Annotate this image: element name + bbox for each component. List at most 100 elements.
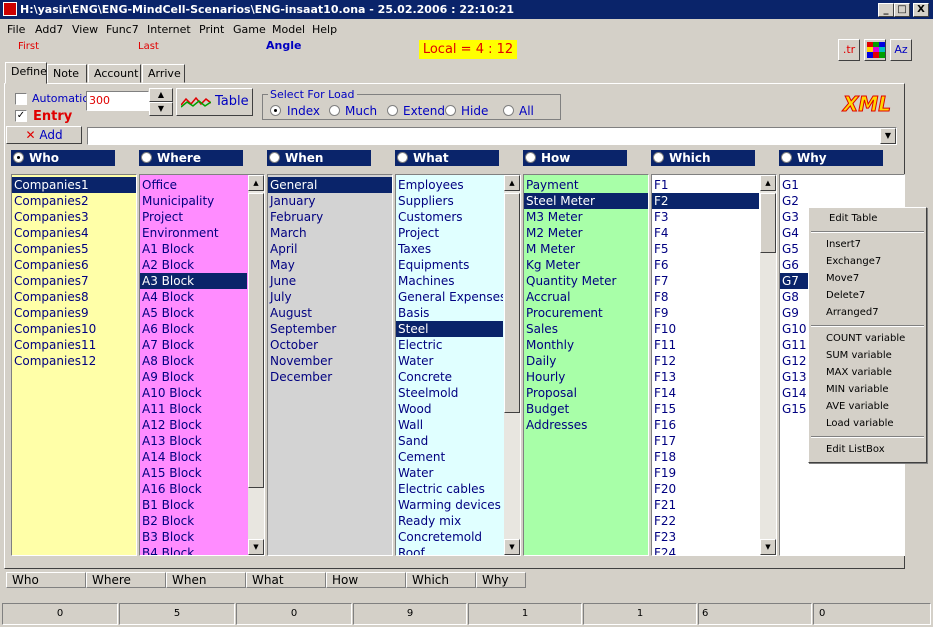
close-button[interactable]: X bbox=[913, 3, 929, 17]
list-item[interactable]: A12 Block bbox=[140, 417, 247, 433]
list-item[interactable]: Roof bbox=[396, 545, 503, 555]
how-radio[interactable] bbox=[525, 152, 536, 163]
scroll-thumb[interactable] bbox=[248, 193, 264, 488]
table-button[interactable]: Table bbox=[176, 88, 253, 116]
list-item[interactable]: October bbox=[268, 337, 392, 353]
menu-sum-variable[interactable]: SUM variable bbox=[826, 350, 892, 361]
list-item[interactable]: Companies3 bbox=[12, 209, 136, 225]
why-radio[interactable] bbox=[781, 152, 792, 163]
list-item[interactable]: Sand bbox=[396, 433, 503, 449]
list-item[interactable]: A16 Block bbox=[140, 481, 247, 497]
list-item[interactable]: Concretemold bbox=[396, 529, 503, 545]
list-item[interactable]: Electric bbox=[396, 337, 503, 353]
first-link[interactable]: First bbox=[18, 41, 39, 52]
list-item[interactable]: B4 Block bbox=[140, 545, 247, 555]
list-item[interactable]: F5 bbox=[652, 241, 759, 257]
menu-exchange7[interactable]: Exchange7 bbox=[826, 256, 881, 267]
list-item[interactable]: June bbox=[268, 273, 392, 289]
list-item[interactable]: F8 bbox=[652, 289, 759, 305]
list-item[interactable]: Water bbox=[396, 353, 503, 369]
list-item[interactable]: Companies10 bbox=[12, 321, 136, 337]
tab-account[interactable]: Account bbox=[88, 64, 141, 83]
list-item[interactable]: Accrual bbox=[524, 289, 648, 305]
list-item[interactable]: F17 bbox=[652, 433, 759, 449]
list-item[interactable]: B3 Block bbox=[140, 529, 247, 545]
list-item[interactable]: F16 bbox=[652, 417, 759, 433]
where-radio[interactable] bbox=[141, 152, 152, 163]
list-item[interactable]: Companies9 bbox=[12, 305, 136, 321]
vertical-scrollbar[interactable]: ▲ ▼ bbox=[248, 175, 264, 555]
list-item[interactable]: B2 Block bbox=[140, 513, 247, 529]
list-item[interactable]: Steel Meter bbox=[524, 193, 648, 209]
list-item[interactable]: A9 Block bbox=[140, 369, 247, 385]
scroll-thumb[interactable] bbox=[760, 193, 776, 253]
list-item[interactable]: F13 bbox=[652, 369, 759, 385]
listbox-how[interactable]: Payment Steel Meter M3 Meter M2 Meter M Mete… bbox=[523, 174, 649, 556]
list-item[interactable]: Steel bbox=[396, 321, 503, 337]
list-item[interactable]: M2 Meter bbox=[524, 225, 648, 241]
tab-note[interactable]: Note bbox=[47, 64, 87, 83]
list-item[interactable]: F7 bbox=[652, 273, 759, 289]
listbox-where[interactable]: Office Municipality Project Environment A1 B… bbox=[139, 174, 265, 556]
header-where[interactable]: Where bbox=[139, 150, 243, 166]
list-item[interactable]: Companies8 bbox=[12, 289, 136, 305]
listbox-which[interactable]: F1 F2 F3 F4 F5 F6 F7 F8 F9 F10 F11 F12 F13 F14 F15 F16 F… bbox=[651, 174, 777, 556]
header-when[interactable]: When bbox=[267, 150, 371, 166]
list-item[interactable]: Concrete bbox=[396, 369, 503, 385]
listbox-what[interactable]: Employees Suppliers Customers Project Taxes E… bbox=[395, 174, 521, 556]
list-item[interactable]: F9 bbox=[652, 305, 759, 321]
radio-all[interactable] bbox=[503, 105, 514, 116]
last-link[interactable]: Last bbox=[138, 41, 159, 52]
list-item[interactable]: September bbox=[268, 321, 392, 337]
list-item[interactable]: Taxes bbox=[396, 241, 503, 257]
list-item[interactable]: Electric cables bbox=[396, 481, 503, 497]
when-radio[interactable] bbox=[269, 152, 280, 163]
spin-up-button[interactable]: ▲ bbox=[149, 88, 173, 102]
list-item[interactable]: Office bbox=[140, 177, 247, 193]
list-item[interactable]: M Meter bbox=[524, 241, 648, 257]
list-item[interactable]: A2 Block bbox=[140, 257, 247, 273]
header-who[interactable]: Who bbox=[11, 150, 115, 166]
scroll-up-icon[interactable]: ▲ bbox=[760, 175, 776, 191]
menu-arranged7[interactable]: Arranged7 bbox=[826, 307, 879, 318]
list-item[interactable]: Warming devices bbox=[396, 497, 503, 513]
list-item[interactable]: General Expenses bbox=[396, 289, 503, 305]
menu-add7[interactable]: Add7 bbox=[35, 23, 63, 36]
list-item[interactable]: G1 bbox=[780, 177, 904, 193]
list-item[interactable]: Ready mix bbox=[396, 513, 503, 529]
list-item[interactable]: M3 Meter bbox=[524, 209, 648, 225]
list-item[interactable]: November bbox=[268, 353, 392, 369]
which-radio[interactable] bbox=[653, 152, 664, 163]
list-item[interactable]: Sales bbox=[524, 321, 648, 337]
list-item[interactable]: F14 bbox=[652, 385, 759, 401]
list-item[interactable]: Monthly bbox=[524, 337, 648, 353]
scroll-thumb[interactable] bbox=[504, 193, 520, 413]
list-item[interactable]: Budget bbox=[524, 401, 648, 417]
list-item[interactable]: F4 bbox=[652, 225, 759, 241]
list-item[interactable]: F1 bbox=[652, 177, 759, 193]
list-item[interactable]: Employees bbox=[396, 177, 503, 193]
scroll-down-icon[interactable]: ▼ bbox=[760, 539, 776, 555]
list-item[interactable]: A1 Block bbox=[140, 241, 247, 257]
list-item[interactable]: Procurement bbox=[524, 305, 648, 321]
menu-model[interactable]: Model bbox=[272, 23, 305, 36]
list-item[interactable]: A13 Block bbox=[140, 433, 247, 449]
list-item[interactable]: F3 bbox=[652, 209, 759, 225]
list-item[interactable]: F6 bbox=[652, 257, 759, 273]
radio-much[interactable] bbox=[329, 105, 340, 116]
list-item[interactable]: A14 Block bbox=[140, 449, 247, 465]
list-item[interactable]: F21 bbox=[652, 497, 759, 513]
list-item[interactable]: A4 Block bbox=[140, 289, 247, 305]
list-item[interactable]: F18 bbox=[652, 449, 759, 465]
list-item[interactable]: Companies6 bbox=[12, 257, 136, 273]
header-why[interactable]: Why bbox=[779, 150, 883, 166]
scroll-up-icon[interactable]: ▲ bbox=[248, 175, 264, 191]
radio-extend[interactable] bbox=[387, 105, 398, 116]
add-button[interactable]: ✕ Add bbox=[6, 126, 82, 144]
list-item[interactable]: Wood bbox=[396, 401, 503, 417]
listbox-who[interactable]: Companies1 Companies2 Companies3 Companies4… bbox=[11, 174, 137, 556]
list-item[interactable]: Proposal bbox=[524, 385, 648, 401]
list-item[interactable]: F20 bbox=[652, 481, 759, 497]
list-item[interactable]: Project bbox=[396, 225, 503, 241]
list-item[interactable]: Companies4 bbox=[12, 225, 136, 241]
